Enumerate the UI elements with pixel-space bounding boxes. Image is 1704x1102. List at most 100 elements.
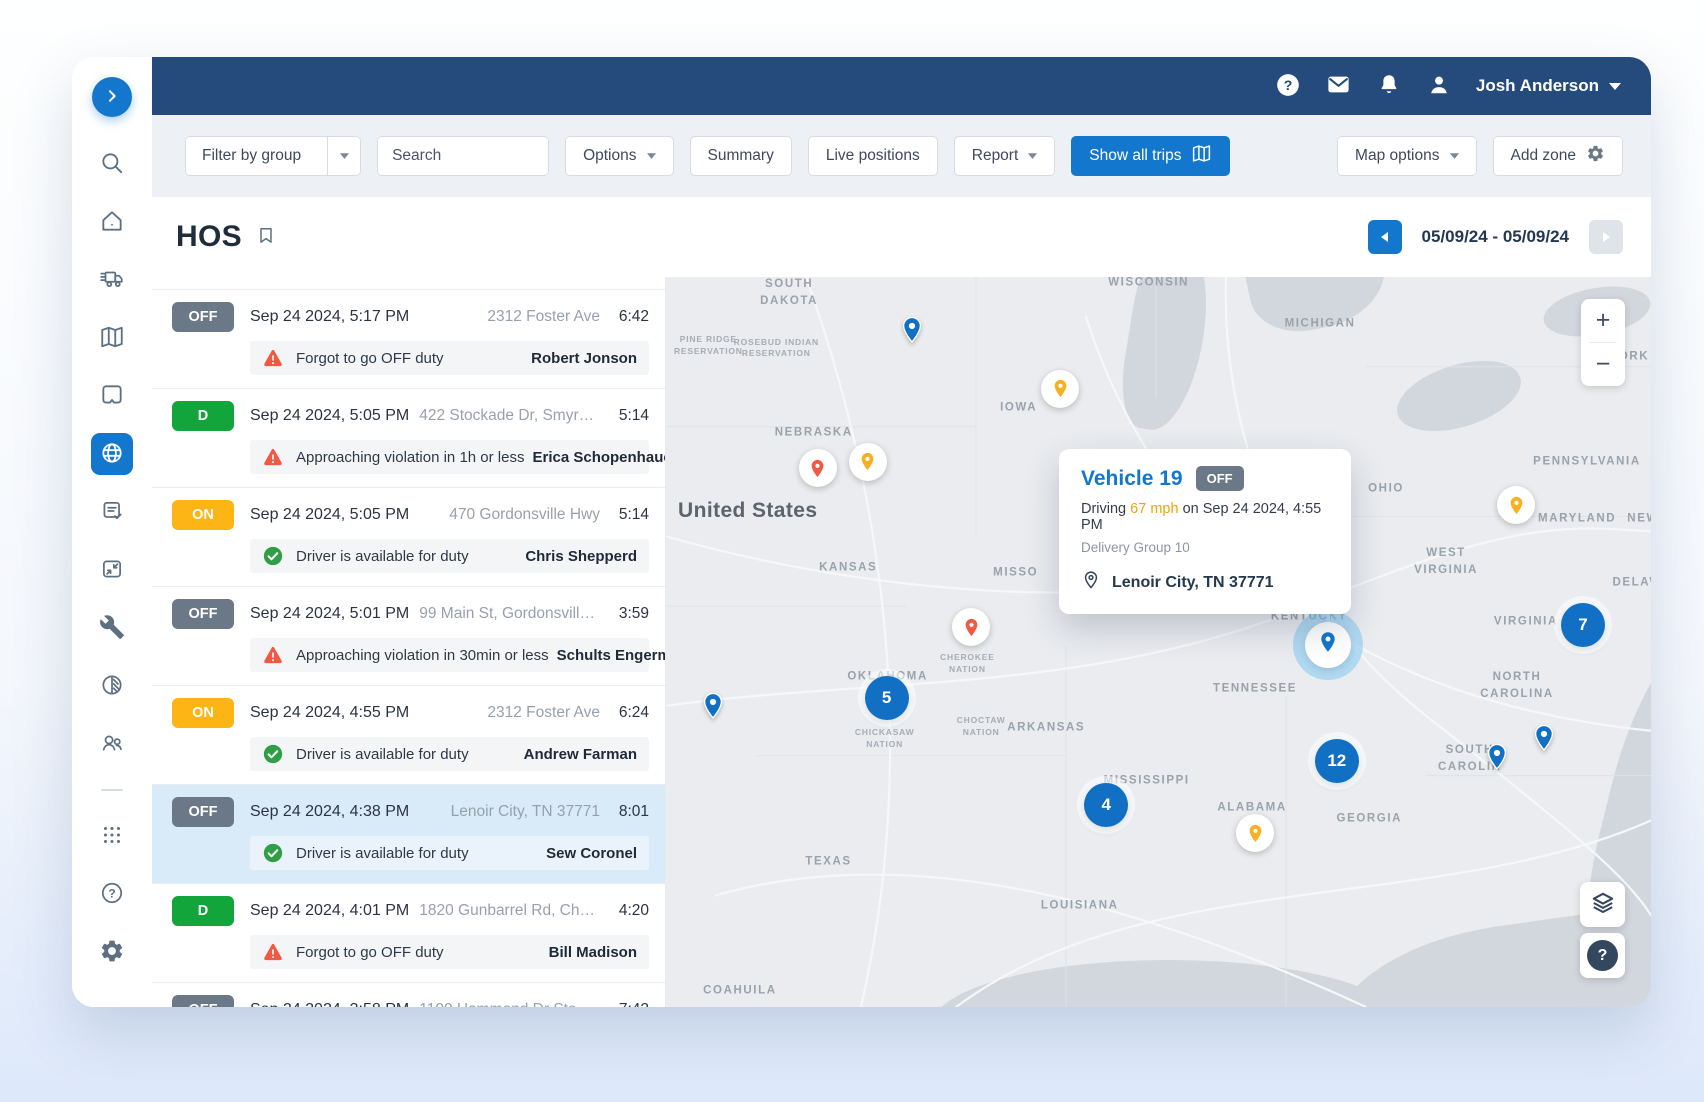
- map-label: GEORGIA: [1337, 810, 1403, 827]
- event-duration: 6:24: [613, 704, 649, 722]
- map-roads: [666, 277, 1651, 1007]
- pie-chart-icon: [99, 672, 125, 701]
- map-help-button[interactable]: ?: [1580, 933, 1625, 978]
- messages-button[interactable]: [1325, 71, 1352, 101]
- sidebar-item-reports[interactable]: [99, 673, 125, 699]
- event-address: 2312 Foster Ave: [477, 704, 600, 722]
- page: ? ? Josh Anderson Filter by group: [0, 0, 1704, 1102]
- help-button[interactable]: ?: [1275, 72, 1301, 101]
- list-item[interactable]: D Sep 24 2024, 5:05 PM 422 Stockade Dr, …: [152, 388, 665, 487]
- sidebar-item-maintenance[interactable]: [99, 615, 125, 641]
- list-item[interactable]: OFF Sep 24 2024, 5:17 PM 2312 Foster Ave…: [152, 289, 665, 388]
- filter-by-group-button[interactable]: Filter by group: [185, 136, 361, 176]
- event-datetime: Sep 24 2024, 3:58 PM: [250, 1001, 409, 1007]
- vehicle-speed: 67 mph: [1130, 501, 1178, 517]
- gear-icon: [99, 938, 125, 967]
- map-label: WISCONSIN: [1108, 277, 1189, 291]
- activity-prefix: Driving: [1081, 501, 1126, 517]
- list-item[interactable]: D Sep 24 2024, 4:01 PM 1820 Gunbarrel Rd…: [152, 883, 665, 982]
- map-label: ROSEBUD INDIAN RESERVATION: [734, 337, 819, 361]
- previous-date-button[interactable]: [1368, 220, 1402, 254]
- user-menu[interactable]: Josh Anderson: [1476, 76, 1621, 96]
- event-duration: 3:59: [613, 605, 649, 623]
- list-item[interactable]: OFF Sep 24 2024, 5:01 PM 99 Main St, Gor…: [152, 586, 665, 685]
- sidebar-item-collapse-view[interactable]: [99, 557, 125, 583]
- driver-name: Bill Madison: [541, 944, 637, 961]
- event-duration: 4:20: [613, 902, 649, 920]
- map-cluster[interactable]: 7: [1561, 603, 1605, 647]
- vehicle-activity: Driving 67 mph on Sep 24 2024, 4:55 PM: [1081, 501, 1329, 533]
- event-note: Approaching violation in 1h or less: [296, 449, 524, 466]
- show-all-trips-button[interactable]: Show all trips: [1071, 136, 1230, 176]
- sidebar-item-map[interactable]: [99, 325, 125, 351]
- sidebar-item-help[interactable]: ?: [99, 881, 125, 907]
- sidebar-item-vehicles[interactable]: [99, 267, 125, 293]
- vehicle-popup: Vehicle 19 OFF Driving 67 mph on Sep 24 …: [1059, 449, 1351, 614]
- report-button[interactable]: Report: [954, 136, 1056, 176]
- status-badge: D: [172, 896, 234, 926]
- map-pin-blue[interactable]: [1482, 741, 1512, 776]
- sidebar-item-bookmarks[interactable]: [99, 383, 125, 409]
- list-item[interactable]: OFF Sep 24 2024, 4:38 PM Lenoir City, TN…: [152, 784, 665, 883]
- map-pin-amber[interactable]: [1236, 814, 1274, 852]
- next-date-button[interactable]: [1589, 220, 1623, 254]
- search-input[interactable]: [377, 136, 549, 176]
- map-icon: [1191, 143, 1212, 169]
- map-pin-amber[interactable]: [849, 443, 887, 481]
- map-cluster[interactable]: 12: [1315, 739, 1359, 783]
- gear-icon: [1586, 144, 1605, 168]
- list-item[interactable]: ON Sep 24 2024, 5:05 PM 470 Gordonsville…: [152, 487, 665, 586]
- date-range: 05/09/24 - 05/09/24: [1422, 227, 1569, 247]
- sidebar-item-tracking[interactable]: [91, 433, 133, 475]
- bell-icon: [1376, 72, 1402, 101]
- map-pin-blue[interactable]: [897, 314, 927, 349]
- profile-button[interactable]: [1426, 72, 1452, 101]
- warning-icon: [262, 446, 284, 468]
- question-icon: ?: [1275, 72, 1301, 101]
- summary-button[interactable]: Summary: [690, 136, 792, 176]
- list-item[interactable]: ON Sep 24 2024, 4:55 PM 2312 Foster Ave …: [152, 685, 665, 784]
- map-label: TEXAS: [805, 854, 851, 871]
- sidebar-item-search[interactable]: [99, 151, 125, 177]
- page-title: HOS: [176, 220, 242, 254]
- vehicle-link[interactable]: Vehicle 19: [1081, 467, 1183, 491]
- options-button[interactable]: Options: [565, 136, 673, 176]
- sidebar-item-home[interactable]: [99, 209, 125, 235]
- event-address: 2312 Foster Ave: [477, 308, 600, 326]
- sidebar-item-users[interactable]: [99, 731, 125, 757]
- add-zone-button[interactable]: Add zone: [1493, 136, 1624, 176]
- list-item[interactable]: OFF Sep 24 2024, 3:58 PM 1100 Hammond Dr…: [152, 982, 665, 1007]
- map-label: NEBRASKA: [775, 425, 853, 442]
- notifications-button[interactable]: [1376, 72, 1402, 101]
- map-options-button[interactable]: Map options: [1337, 136, 1476, 176]
- vehicle-location: Lenoir City, TN 37771: [1112, 574, 1274, 592]
- selected-vehicle-marker[interactable]: [1305, 622, 1351, 668]
- map-cluster[interactable]: 5: [865, 676, 909, 720]
- event-address: 1100 Hammond Dr Ste 300, San...: [409, 1001, 600, 1007]
- live-positions-button[interactable]: Live positions: [808, 136, 938, 176]
- map[interactable]: United States SOUTH DAKOTAWISCONSINMICHI…: [666, 277, 1651, 1007]
- bookmark-icon[interactable]: [256, 223, 276, 252]
- sidebar-item-logs[interactable]: [99, 499, 125, 525]
- map-pin-red[interactable]: [799, 449, 837, 487]
- map-pin-amber[interactable]: [1041, 370, 1079, 408]
- status-badge: OFF: [172, 797, 234, 827]
- layers-button[interactable]: [1580, 882, 1625, 927]
- map-pin-blue[interactable]: [698, 690, 728, 725]
- map-pin-red[interactable]: [952, 608, 990, 646]
- map-label: OHIO: [1368, 480, 1404, 497]
- event-address: 99 Main St, Gordonsville, TN 38...: [409, 605, 600, 623]
- zoom-out-button[interactable]: −: [1581, 343, 1625, 386]
- map-pin-blue[interactable]: [1529, 722, 1559, 757]
- sidebar-item-settings[interactable]: [99, 939, 125, 965]
- map-pin-amber[interactable]: [1497, 486, 1535, 524]
- sidebar-expand-button[interactable]: [92, 77, 132, 117]
- event-note: Forgot to go OFF duty: [296, 350, 444, 367]
- map-label: DELAW: [1612, 574, 1651, 591]
- sidebar-item-apps[interactable]: [99, 823, 125, 849]
- zoom-in-button[interactable]: +: [1581, 299, 1625, 342]
- event-note: Forgot to go OFF duty: [296, 944, 444, 961]
- map-cluster[interactable]: 4: [1084, 783, 1128, 827]
- toolbar: Filter by group Options Summary Live pos…: [152, 115, 1651, 197]
- chevron-down-icon[interactable]: [327, 137, 360, 175]
